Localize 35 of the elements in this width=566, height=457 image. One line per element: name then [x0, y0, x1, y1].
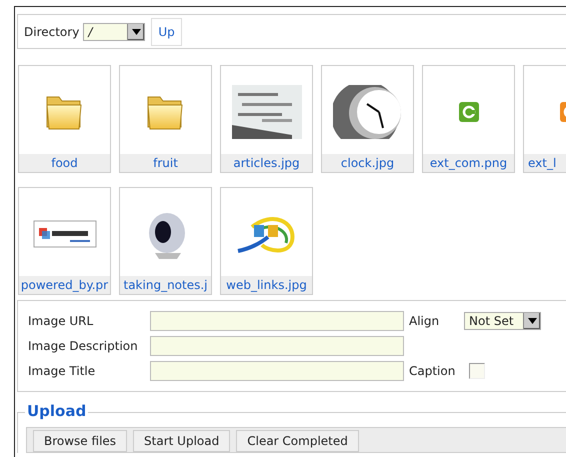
caption-checkbox[interactable] [469, 363, 485, 379]
file-name: ext_com.png [423, 154, 514, 172]
file-name: food [19, 154, 110, 172]
file-name: clock.jpg [322, 154, 413, 172]
directory-select[interactable]: / [83, 22, 146, 40]
file-tile[interactable]: ext_l [523, 65, 566, 173]
file-tile[interactable]: clock.jpg [321, 65, 414, 173]
up-button[interactable]: Up [151, 18, 182, 46]
image-title-label: Image Title [28, 364, 96, 378]
file-name: web_links.jpg [221, 276, 312, 294]
file-name: ext_l [524, 154, 566, 172]
file-tile[interactable]: powered_by.pr [18, 187, 111, 295]
file-name: powered_by.pr [19, 276, 110, 294]
upload-heading: Upload [25, 402, 88, 420]
align-select[interactable]: Not Set [464, 312, 541, 330]
image-description-label: Image Description [28, 339, 139, 353]
file-name: fruit [120, 154, 211, 172]
image-url-label: Image URL [28, 314, 94, 328]
file-tile[interactable]: web_links.jpg [220, 187, 313, 295]
file-tile[interactable]: food [18, 65, 111, 173]
image-url-field[interactable] [150, 311, 404, 331]
image-description-field[interactable] [150, 336, 404, 356]
file-tile[interactable]: ext_com.png [422, 65, 515, 173]
image-title-field[interactable] [150, 361, 404, 381]
upload-button[interactable]: Browse files [33, 430, 128, 452]
file-tile[interactable]: fruit [119, 65, 212, 173]
upload-button[interactable]: Clear Completed [236, 430, 359, 452]
file-tile[interactable]: articles.jpg [220, 65, 313, 173]
caption-label: Caption [409, 364, 456, 378]
directory-label: Directory [24, 24, 80, 38]
upload-button[interactable]: Start Upload [133, 430, 230, 452]
file-name: taking_notes.j [120, 276, 211, 294]
file-tile[interactable]: taking_notes.j [119, 187, 212, 295]
file-name: articles.jpg [221, 154, 312, 172]
align-label: Align [409, 314, 440, 328]
